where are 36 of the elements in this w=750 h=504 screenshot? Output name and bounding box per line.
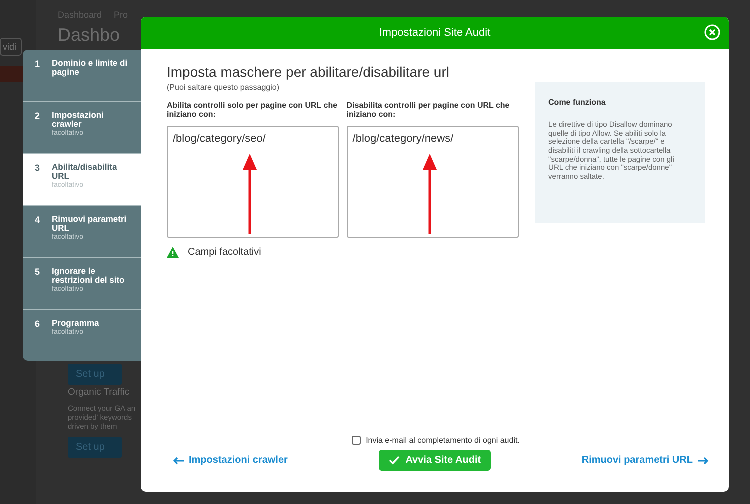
next-link[interactable]: Rimuovi parametri URL <box>582 455 709 466</box>
step-title: Programma <box>52 319 100 328</box>
help-title: Come funziona <box>548 98 607 107</box>
step-title: Dominio e limite di pagine <box>52 59 129 77</box>
close-button[interactable] <box>704 24 721 41</box>
dialog-title: Impostazioni Site Audit <box>379 27 491 39</box>
close-icon <box>704 24 721 41</box>
check-icon <box>388 456 400 465</box>
step-title: Impostazioni crawler <box>52 111 105 129</box>
step-number: 2 <box>35 111 40 123</box>
warning-icon <box>167 247 179 258</box>
step-number: 4 <box>35 215 40 227</box>
field-label: Abilita controlli solo per pagine con URL che iniziano con: <box>167 102 339 121</box>
section-heading: Imposta maschere per abilitare/disabilitare url <box>167 64 450 80</box>
step-title: Rimuovi parametri URL <box>52 215 128 233</box>
arrow-right-icon <box>698 456 709 464</box>
field-label: Disabilita controlli per pagine con URL che iniziano con: <box>346 102 511 121</box>
warning-text: Campi facoltativi <box>188 247 262 258</box>
arrow-annotation-icon <box>243 154 257 236</box>
step-number: 3 <box>35 163 40 175</box>
section-hint: (Puoi saltare questo passaggio) <box>167 83 281 92</box>
url-input-field[interactable]: /blog/category/seo/ <box>167 126 339 238</box>
step-title: Ignorare le restrizioni del sito <box>52 267 126 285</box>
start-audit-button[interactable]: Avvia Site Audit <box>378 450 492 471</box>
email-checkbox[interactable] <box>352 436 362 445</box>
arrow-left-icon <box>173 456 184 464</box>
step-number: 5 <box>35 267 40 279</box>
step-title: Abilita/disabilita URL <box>52 163 118 181</box>
step-number: 6 <box>35 319 40 331</box>
card-title: Organic Traffic <box>68 387 131 398</box>
checkbox-label: Invia e-mail al completamento di ogni audit. <box>366 436 520 445</box>
step-number: 1 <box>35 59 40 71</box>
url-input-field[interactable]: /blog/category/news/ <box>346 126 519 238</box>
page-heading: Dashbo <box>58 26 120 44</box>
arrow-annotation-icon <box>422 154 437 236</box>
back-link[interactable]: Impostazioni crawler <box>173 455 288 466</box>
